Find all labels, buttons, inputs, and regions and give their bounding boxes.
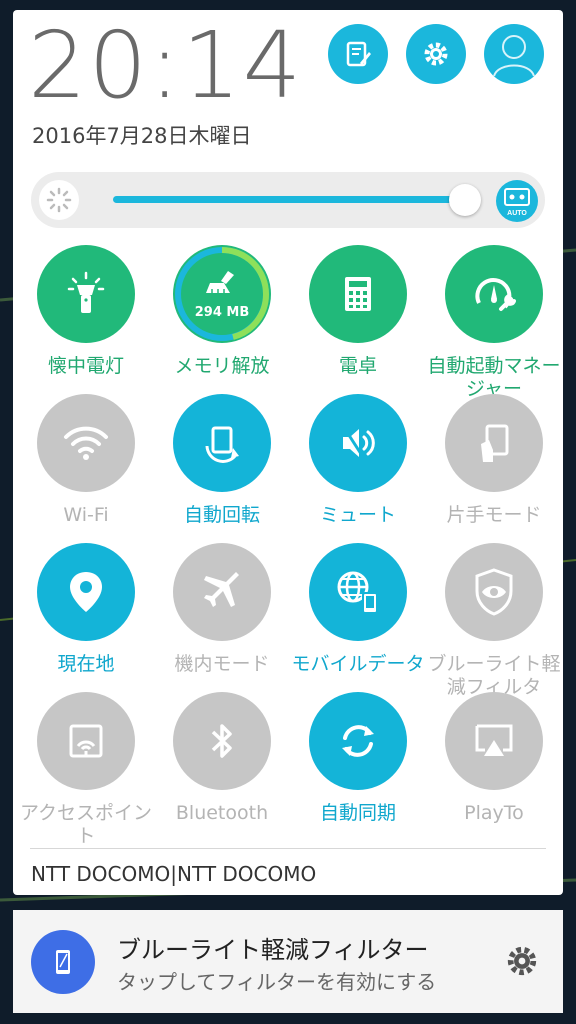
tile-speaker-mute[interactable]: ミュート [290, 394, 426, 527]
tile-button[interactable] [173, 692, 271, 790]
tile-button[interactable] [445, 692, 543, 790]
tile-calculator[interactable]: 電卓 [290, 245, 426, 378]
calculator-icon [338, 274, 378, 314]
tile-hotspot[interactable]: アクセスポイント [18, 692, 154, 848]
tile-one-hand[interactable]: 片手モード [426, 394, 562, 527]
memory-usage-ring [175, 247, 270, 341]
settings-button[interactable] [406, 24, 466, 84]
tile-label: Wi-Fi [63, 504, 109, 526]
bluetooth-icon [204, 718, 240, 764]
location-pin-icon [66, 569, 106, 615]
hotspot-icon [63, 718, 109, 764]
tile-gauge-wrench[interactable]: 自動起動マネージャー [426, 245, 562, 401]
tile-button[interactable] [445, 543, 543, 641]
tile-label: PlayTo [464, 802, 524, 824]
tile-airplane[interactable]: 機内モード [154, 543, 290, 676]
notification-text: タップしてフィルターを有効にする [117, 970, 437, 994]
tile-button[interactable] [173, 543, 271, 641]
tile-button[interactable] [309, 394, 407, 492]
tile-label: アクセスポイント [19, 802, 153, 847]
tile-button[interactable] [445, 394, 543, 492]
tile-bluetooth[interactable]: Bluetooth [154, 692, 290, 825]
tile-button[interactable] [37, 245, 135, 343]
carrier-label: NTT DOCOMO|NTT DOCOMO [31, 862, 317, 886]
tile-globe-phone[interactable]: モバイルデータ [290, 543, 426, 676]
tile-button[interactable] [37, 543, 135, 641]
tile-button[interactable]: 294 MB [173, 245, 271, 343]
tile-label: モバイルデータ [291, 653, 425, 675]
tile-button[interactable] [37, 394, 135, 492]
airplane-icon [199, 569, 245, 615]
gear-icon[interactable] [505, 944, 539, 978]
tile-button[interactable] [37, 692, 135, 790]
date: 2016年7月28日木曜日 [32, 124, 252, 148]
tile-sync[interactable]: 自動同期 [290, 692, 426, 825]
edit-quick-settings-button[interactable] [328, 24, 388, 84]
brightness-track[interactable] [113, 196, 463, 203]
blue-light-filter-notification-icon [31, 930, 95, 994]
tile-button[interactable] [309, 692, 407, 790]
one-hand-icon [471, 420, 517, 466]
sync-icon [335, 718, 381, 764]
tile-button[interactable] [309, 543, 407, 641]
cast-icon [471, 718, 517, 764]
avatar-icon [493, 35, 535, 77]
gear-icon [424, 42, 448, 66]
globe-phone-icon [333, 567, 383, 617]
auto-brightness-button[interactable]: AUTO [496, 180, 538, 222]
tile-flashlight[interactable]: 懐中電灯 [18, 245, 154, 378]
notification-title: ブルーライト軽減フィルター [117, 936, 429, 964]
tile-label: 懐中電灯 [47, 355, 124, 377]
tile-wifi[interactable]: Wi-Fi [18, 394, 154, 527]
flashlight-icon [61, 269, 111, 319]
tile-broom[interactable]: 294 MB メモリ解放 [154, 245, 290, 378]
gauge-wrench-icon [469, 269, 519, 319]
svg-text:AUTO: AUTO [507, 210, 527, 217]
tile-label: 機内モード [174, 653, 270, 675]
tile-rotate[interactable]: 自動回転 [154, 394, 290, 527]
tile-label: ミュート [319, 504, 396, 526]
auto-brightness-icon: AUTO [504, 188, 530, 217]
tile-location-pin[interactable]: 現在地 [18, 543, 154, 676]
tile-label: Bluetooth [175, 802, 269, 824]
tile-label: 自動回転 [183, 504, 260, 526]
tile-eye-shield[interactable]: ブルーライト軽減フィルタ [426, 543, 562, 699]
tile-button[interactable] [309, 245, 407, 343]
wifi-icon [61, 423, 111, 463]
brightness-slider[interactable]: AUTO [31, 172, 545, 228]
edit-icon [346, 41, 371, 67]
tile-label: 電卓 [338, 355, 377, 377]
notification-card[interactable]: ブルーライト軽減フィルター タップしてフィルターを有効にする [13, 910, 563, 1013]
rotate-icon [199, 420, 245, 466]
tile-label: 現在地 [57, 653, 115, 675]
tile-button[interactable] [173, 394, 271, 492]
tile-label: 自動同期 [319, 802, 396, 824]
eye-shield-icon [471, 567, 517, 617]
divider [30, 848, 546, 849]
brightness-thumb[interactable] [449, 184, 481, 216]
tile-cast[interactable]: PlayTo [426, 692, 562, 825]
clock: 20:14 [28, 12, 304, 119]
tile-button[interactable] [445, 245, 543, 343]
brightness-icon [39, 180, 79, 220]
speaker-mute-icon [335, 420, 381, 466]
tile-label: メモリ解放 [174, 355, 270, 377]
user-avatar-button[interactable] [484, 24, 544, 84]
tile-label: 片手モード [446, 504, 542, 526]
